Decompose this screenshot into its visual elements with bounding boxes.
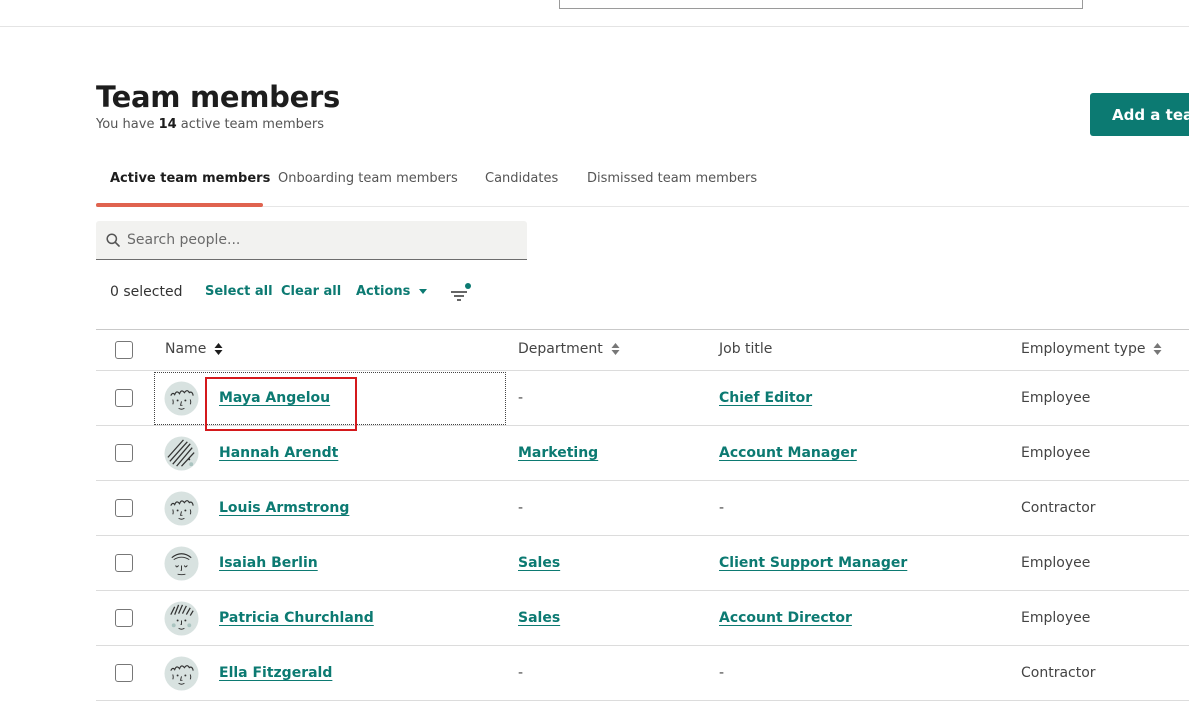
tab-candidates[interactable]: Candidates (485, 164, 558, 206)
row-checkbox[interactable] (115, 609, 133, 627)
member-employment-type: Employee (1021, 555, 1091, 571)
table-row: Maya Angelou - Chief Editor Employee (96, 371, 1189, 431)
sort-icon (1153, 343, 1162, 355)
member-job-title-link[interactable]: Account Director (719, 591, 852, 645)
subtitle-suffix: active team members (176, 117, 325, 132)
row-checkbox[interactable] (115, 389, 133, 407)
striped-hair-avatar-icon (164, 436, 199, 471)
member-name-link[interactable]: Maya Angelou (219, 371, 330, 425)
spiky-hair-avatar-icon (164, 601, 199, 636)
column-label-department: Department (518, 341, 603, 357)
member-name-link[interactable]: Isaiah Berlin (219, 536, 318, 590)
search-box (96, 221, 527, 260)
member-department: - (518, 665, 524, 681)
member-employment-type: Employee (1021, 445, 1091, 461)
table-row: Louis Armstrong - - Contractor (96, 481, 1189, 536)
member-employment-type: Employee (1021, 610, 1091, 626)
table-row: Isaiah Berlin Sales Client Support Manag… (96, 536, 1189, 591)
sort-icon (214, 343, 223, 355)
curly-hair-avatar-icon (164, 656, 199, 691)
member-department: - (518, 390, 524, 406)
member-name-link[interactable]: Louis Armstrong (219, 481, 349, 535)
member-department-link[interactable]: Sales (518, 536, 560, 590)
filter-icon[interactable] (449, 283, 473, 303)
member-department: - (518, 500, 524, 516)
member-name-link[interactable]: Hannah Arendt (219, 426, 338, 480)
row-checkbox[interactable] (115, 554, 133, 572)
row-checkbox[interactable] (115, 444, 133, 462)
actions-dropdown[interactable]: Actions (356, 284, 428, 299)
member-department-link[interactable]: Sales (518, 591, 560, 645)
actions-label: Actions (356, 284, 411, 299)
select-all-checkbox[interactable] (115, 341, 133, 359)
member-name-link[interactable]: Patricia Churchland (219, 591, 374, 645)
table-row: Ella Fitzgerald - - Contractor (96, 646, 1189, 701)
member-job-title-link[interactable]: Chief Editor (719, 371, 812, 425)
column-header-employment-type[interactable]: Employment type (1021, 330, 1162, 370)
member-employment-type: Employee (1021, 390, 1091, 406)
member-job-title: - (719, 500, 725, 516)
member-job-title-link[interactable]: Client Support Manager (719, 536, 907, 590)
page-title: Team members (96, 80, 340, 114)
search-input[interactable] (127, 221, 507, 259)
tab-onboarding-team-members[interactable]: Onboarding team members (278, 164, 458, 206)
table-row: Hannah Arendt Marketing Account Manager … (96, 426, 1189, 481)
tab-dismissed-team-members[interactable]: Dismissed team members (587, 164, 757, 206)
search-icon (106, 233, 120, 247)
bald-avatar-icon (164, 546, 199, 581)
member-name-link[interactable]: Ella Fitzgerald (219, 646, 332, 700)
member-job-title-link[interactable]: Account Manager (719, 426, 857, 480)
column-header-name[interactable]: Name (165, 330, 223, 370)
column-header-department[interactable]: Department (518, 330, 620, 370)
page-subtitle: You have 14 active team members (96, 117, 324, 132)
column-header-job-title: Job title (719, 341, 773, 357)
sort-icon (611, 343, 620, 355)
active-tab-indicator (96, 203, 263, 207)
select-all-link[interactable]: Select all (205, 284, 273, 299)
top-bar (0, 0, 1189, 27)
add-team-member-button[interactable]: Add a team member (1090, 93, 1189, 136)
caret-down-icon (419, 289, 428, 294)
curly-hair-avatar-icon (164, 491, 199, 526)
member-job-title: - (719, 665, 725, 681)
column-label-employment-type: Employment type (1021, 341, 1146, 357)
active-count: 14 (158, 117, 177, 132)
curly-hair-avatar-icon (164, 381, 199, 416)
clear-all-link[interactable]: Clear all (281, 284, 341, 299)
table-row: Patricia Churchland Sales Account Direct… (96, 591, 1189, 646)
subtitle-prefix: You have (96, 117, 159, 132)
table-header: Name Department Job title Employment typ… (96, 329, 1189, 371)
member-employment-type: Contractor (1021, 665, 1096, 681)
row-checkbox[interactable] (115, 499, 133, 517)
selected-count: 0 selected (110, 284, 183, 300)
tab-active-team-members[interactable]: Active team members (110, 164, 270, 206)
team-members-table: Name Department Job title Employment typ… (96, 329, 1189, 701)
member-department-link[interactable]: Marketing (518, 426, 598, 480)
column-label-name: Name (165, 341, 207, 357)
member-employment-type: Contractor (1021, 500, 1096, 516)
tab-bar: Active team members Onboarding team memb… (96, 164, 1189, 207)
top-search-field[interactable] (559, 0, 1083, 9)
row-checkbox[interactable] (115, 664, 133, 682)
